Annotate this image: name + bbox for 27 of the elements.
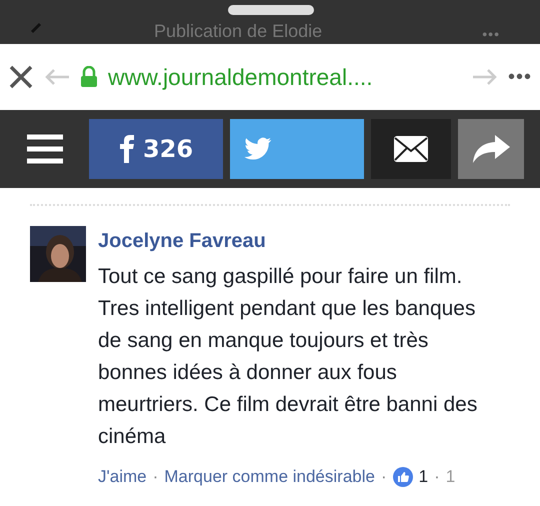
page-title: Publication de Elodie	[154, 21, 322, 42]
action-link[interactable]: Marquer comme indésirable	[164, 467, 375, 487]
share-arrow-icon	[471, 134, 511, 164]
author-name[interactable]: Jocelyne Favreau	[98, 230, 493, 253]
more-menu[interactable]: •••	[508, 66, 532, 88]
like-icon	[392, 467, 413, 487]
envelope-icon	[393, 135, 429, 163]
facebook-share-button[interactable]: 326	[89, 119, 223, 179]
facebook-icon	[118, 135, 135, 163]
like-count: 1	[418, 467, 428, 487]
reply-count: 1	[446, 467, 456, 487]
menu-icon	[25, 133, 65, 165]
email-share-button[interactable]	[371, 119, 451, 179]
comment-text: Tout ce sang gaspillé pour faire un film. Tres intelligent pendant que les banques de sang en manque toujours et très bonnes idées à donner aux fous meurtriers. Ce film devrait être banni des cinéma	[98, 264, 478, 450]
share-button[interactable]	[458, 119, 524, 179]
close-icon[interactable]	[8, 64, 34, 90]
separator-dot: ·	[380, 467, 387, 487]
bird-icon	[244, 137, 272, 161]
twitter-share-button[interactable]	[230, 119, 364, 179]
share-count: 326	[142, 135, 194, 163]
separator-dot: ·	[434, 467, 440, 487]
action-link[interactable]: J'aime	[98, 467, 147, 487]
drag-handle[interactable]	[228, 5, 314, 15]
lock-icon	[80, 66, 98, 88]
separator-dot: ·	[152, 467, 158, 487]
more-menu[interactable]: •••	[482, 26, 500, 42]
url-text[interactable]: www.journaldemontreal....	[108, 64, 462, 90]
